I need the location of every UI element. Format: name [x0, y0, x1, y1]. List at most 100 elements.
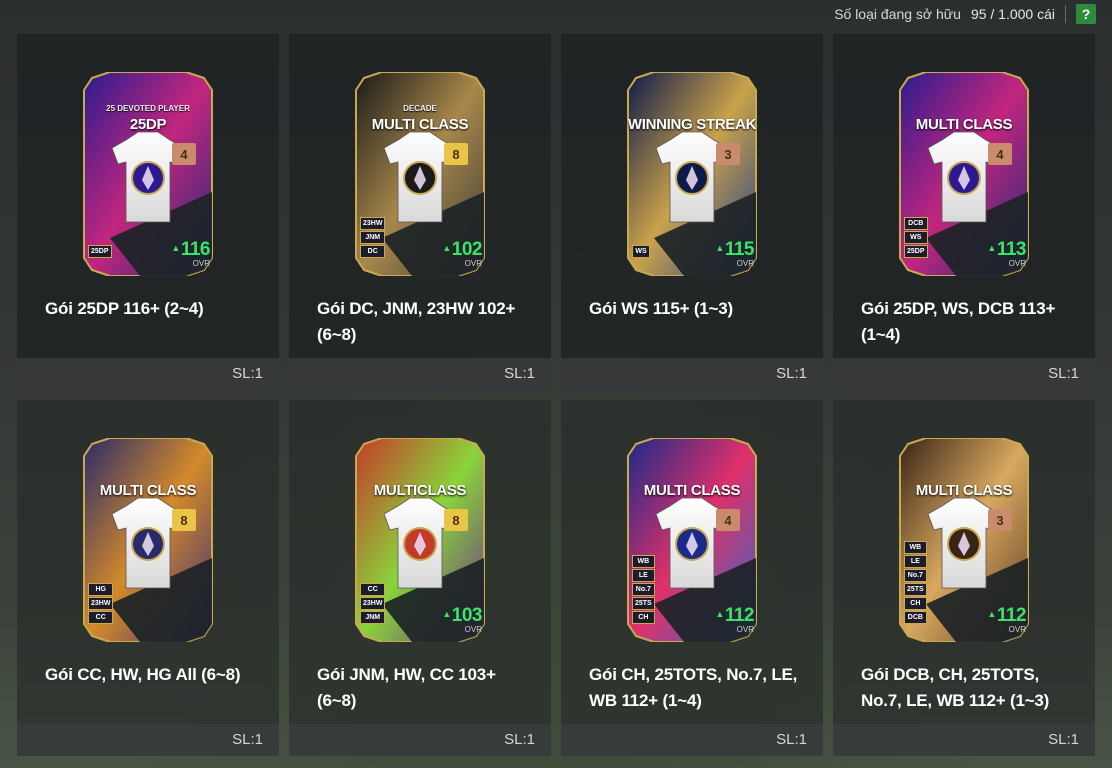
grade-badge: 3 — [988, 509, 1012, 531]
quantity-label: SL:1 — [504, 365, 535, 382]
pack-name: Gói JNM, HW, CC 103+ (6~8) — [317, 665, 496, 710]
class-tag: CC — [88, 611, 114, 624]
grade-badge: 4 — [172, 143, 196, 165]
pack-image: MULTI CLASS 3 112OVR WBLENo.725TSCHDCB — [896, 438, 1032, 642]
class-tag: WS — [904, 231, 928, 244]
class-tag: HG — [88, 583, 114, 596]
class-tags: HG 23HW CC — [88, 583, 114, 624]
card-footer: SL:1 — [17, 724, 279, 756]
class-tags: WS — [632, 245, 650, 258]
pack-name: Gói WS 115+ (1~3) — [589, 299, 733, 318]
pack-image: DECADE MULTI CLASS 8 102OVR 23HWJNMDC — [352, 72, 488, 276]
ovr-indicator: 116OVR — [171, 239, 210, 268]
pack-image: MULTI CLASS 8 HG 23HW CC — [80, 438, 216, 642]
class-tag: DCB — [904, 611, 927, 624]
pack-name: Gói CC, HW, HG All (6~8) — [45, 665, 241, 684]
quantity-label: SL:1 — [504, 731, 535, 748]
ovr-indicator: 112OVR — [715, 605, 754, 634]
pack-image: 25 DEVOTED PLAYER 25DP 4 116OVR 25DP — [80, 72, 216, 276]
ovr-label: OVR — [1008, 259, 1026, 268]
ovr-label: OVR — [736, 625, 754, 634]
class-tag: WS — [632, 245, 650, 258]
ovr-value: 112 — [987, 605, 1026, 626]
pack-title: MULTI CLASS — [915, 116, 1013, 133]
grade-badge: 8 — [444, 143, 468, 165]
pack-card[interactable]: DECADE MULTI CLASS 8 102OVR 23HWJNMDC Gói DC,… — [289, 34, 551, 390]
class-tag: CH — [904, 597, 927, 610]
pack-card[interactable]: MULTI CLASS 3 112OVR WBLENo.725TSCHDCB Gói D… — [833, 400, 1095, 756]
pack-subtitle: 25 DEVOTED PLAYER — [106, 104, 190, 113]
pack-name: Gói 25DP 116+ (2~4) — [45, 299, 204, 318]
grade-badge: 3 — [716, 143, 740, 165]
ovr-label: OVR — [1008, 625, 1026, 634]
card-footer: SL:1 — [17, 358, 279, 390]
class-tag: LE — [632, 569, 655, 582]
ovr-label: OVR — [736, 259, 754, 268]
class-tag: JNM — [360, 231, 386, 244]
class-tag: No.7 — [904, 569, 927, 582]
owned-types-bar: Số loại đang sở hữu 95 / 1.000 cái ? — [834, 0, 1112, 28]
class-tag: 23HW — [88, 597, 114, 610]
pack-title: MULTICLASS — [373, 482, 467, 499]
class-tag: WB — [632, 555, 655, 568]
pack-title: MULTI CLASS — [643, 482, 741, 499]
pack-image: MULTI CLASS 4 112OVR WBLENo.725TSCH — [624, 438, 760, 642]
pack-subtitle: DECADE — [403, 104, 437, 113]
pack-card[interactable]: WINNING STREAK 3 115OVR WS Gói WS 115+ (1~3)… — [561, 34, 823, 390]
ovr-indicator: 112OVR — [987, 605, 1026, 634]
grade-badge: 8 — [172, 509, 196, 531]
grade-badge: 8 — [444, 509, 468, 531]
class-tags: 25DP — [88, 245, 112, 258]
class-tag: DCB — [904, 217, 928, 230]
pack-name: Gói CH, 25TOTS, No.7, LE, WB 112+ (1~4) — [589, 665, 798, 710]
class-tag: WB — [904, 541, 927, 554]
help-button[interactable]: ? — [1076, 4, 1096, 24]
card-footer: SL:1 — [833, 358, 1095, 390]
pack-card[interactable]: MULTI CLASS 8 HG 23HW CC Gói CC, HW, HG All (… — [17, 400, 279, 756]
ovr-label: OVR — [192, 259, 210, 268]
pack-title: 25DP — [129, 116, 167, 133]
pack-card[interactable]: 25 DEVOTED PLAYER 25DP 4 116OVR 25DP Gói 25DP… — [17, 34, 279, 390]
pack-card[interactable]: MULTI CLASS 4 112OVR WBLENo.725TSCH Gói CH, … — [561, 400, 823, 756]
quantity-label: SL:1 — [776, 731, 807, 748]
class-tags: CC 23HW JNM — [360, 583, 386, 624]
class-tag: 25TS — [632, 597, 655, 610]
pack-name: Gói DC, JNM, 23HW 102+ (6~8) — [317, 299, 516, 344]
class-tag: JNM — [360, 611, 386, 624]
ovr-value: 116 — [171, 239, 210, 260]
card-footer: SL:1 — [289, 724, 551, 756]
pack-image: MULTICLASS 8 103OVR CC23HWJNM — [352, 438, 488, 642]
pack-image: MULTI CLASS 4 113OVR DCBWS25DP — [896, 72, 1032, 276]
ovr-value: 102 — [442, 239, 482, 260]
quantity-label: SL:1 — [232, 731, 263, 748]
ovr-indicator: 102OVR — [442, 239, 482, 268]
pack-title: MULTI CLASS — [99, 482, 197, 499]
ovr-indicator: 113OVR — [987, 239, 1026, 268]
pack-name: Gói 25DP, WS, DCB 113+ (1~4) — [861, 299, 1056, 344]
class-tags: WB LE No.7 25TS CH DCB — [904, 541, 927, 624]
class-tag: DC — [360, 245, 386, 258]
pack-image: WINNING STREAK 3 115OVR WS — [624, 72, 760, 276]
card-footer: SL:1 — [561, 724, 823, 756]
card-footer: SL:1 — [289, 358, 551, 390]
quantity-label: SL:1 — [1048, 731, 1079, 748]
pack-card[interactable]: MULTI CLASS 4 113OVR DCBWS25DP Gói 25DP, WS,… — [833, 34, 1095, 390]
class-tag: 25TS — [904, 583, 927, 596]
class-tags: 23HW JNM DC — [360, 217, 386, 258]
class-tag: LE — [904, 555, 927, 568]
class-tag: CH — [632, 611, 655, 624]
grade-badge: 4 — [988, 143, 1012, 165]
pack-card[interactable]: MULTICLASS 8 103OVR CC23HWJNM Gói JNM, HW, C… — [289, 400, 551, 756]
class-tag: 23HW — [360, 597, 386, 610]
card-footer: SL:1 — [561, 358, 823, 390]
ovr-indicator: 103OVR — [442, 605, 482, 634]
divider — [1065, 5, 1066, 23]
quantity-label: SL:1 — [232, 365, 263, 382]
ovr-label: OVR — [464, 259, 482, 268]
pack-grid: 25 DEVOTED PLAYER25DP4116OVR25DPGói 25DP… — [17, 34, 1095, 756]
ovr-label: OVR — [464, 625, 482, 634]
ovr-value: 112 — [715, 605, 754, 626]
ovr-indicator: 115OVR — [715, 239, 754, 268]
ovr-value: 103 — [442, 605, 482, 626]
pack-title: MULTI CLASS — [915, 482, 1013, 499]
